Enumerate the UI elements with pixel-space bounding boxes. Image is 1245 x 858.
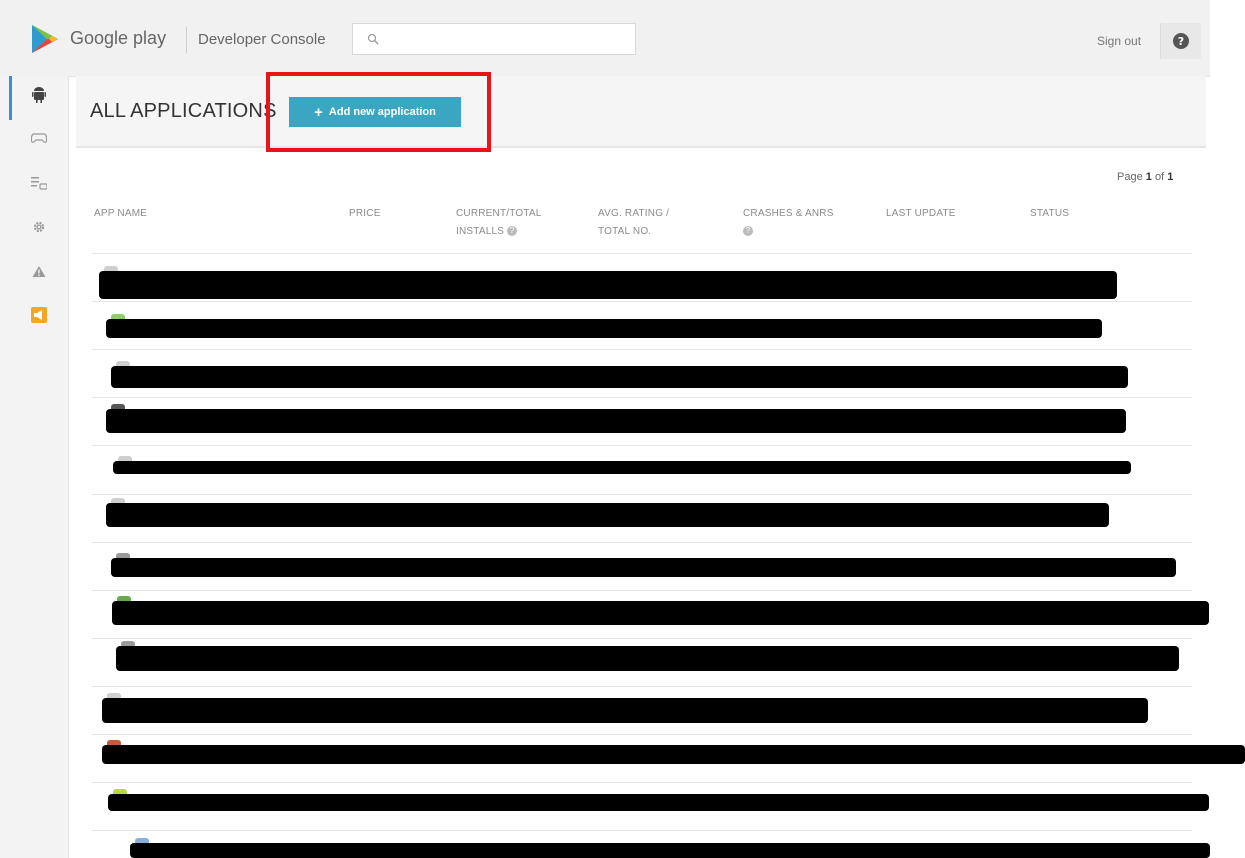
page-title: ALL APPLICATIONS <box>90 100 277 122</box>
column-header-label: CRASHES & ANRS <box>743 208 834 219</box>
redacted-table-row[interactable] <box>130 843 1210 858</box>
table-row-divider <box>92 734 1192 735</box>
sidebar-item-settings[interactable] <box>30 218 48 236</box>
help-button[interactable]: ? <box>1160 23 1201 59</box>
redacted-table-row[interactable] <box>116 646 1179 671</box>
redacted-table-row[interactable] <box>113 461 1131 474</box>
brand-divider <box>186 27 187 53</box>
help-icon[interactable]: ? <box>743 226 753 237</box>
column-header-label: TOTAL NO. <box>598 226 652 237</box>
column-header-rating[interactable]: AVG. RATING / TOTAL NO. <box>598 205 669 241</box>
page-label: Page <box>1117 171 1143 183</box>
sidebar-item-games[interactable] <box>30 129 48 147</box>
column-header-label: APP NAME <box>94 208 148 219</box>
redacted-table-row[interactable] <box>106 319 1102 338</box>
column-header-label: AVG. RATING / <box>598 208 670 219</box>
page-current: 1 <box>1145 171 1152 183</box>
annotation-highlight-box <box>266 72 491 152</box>
sidebar-item-announcements[interactable] <box>30 306 48 324</box>
list-icon <box>31 177 47 190</box>
table-row-divider <box>92 590 1192 591</box>
page-total: 1 <box>1167 171 1174 183</box>
page-of: of <box>1154 171 1165 183</box>
column-header-installs[interactable]: CURRENT/TOTAL INSTALLS ? <box>456 205 542 241</box>
sidebar-item-applications[interactable] <box>30 86 48 104</box>
column-header-label: CURRENT/TOTAL <box>456 208 542 219</box>
table-row-divider <box>92 638 1192 639</box>
redacted-table-row[interactable] <box>108 794 1209 811</box>
table-row-divider <box>92 445 1192 446</box>
redacted-table-row[interactable] <box>99 271 1117 299</box>
console-title: Developer Console <box>198 31 326 48</box>
search-icon <box>367 33 379 45</box>
brand-name: Google play <box>70 28 167 48</box>
sign-out-link[interactable]: Sign out <box>1097 34 1141 48</box>
warning-icon <box>32 265 46 277</box>
sidebar-item-reports[interactable] <box>30 174 48 192</box>
table-row-divider <box>92 349 1192 350</box>
redacted-table-row[interactable] <box>106 409 1126 433</box>
sidebar-active-indicator <box>9 76 12 120</box>
column-header-label: PRICE <box>349 208 381 219</box>
redacted-table-row[interactable] <box>111 558 1176 577</box>
column-header-last-update[interactable]: LAST UPDATE <box>886 205 956 223</box>
table-row-divider <box>92 397 1192 398</box>
search-input[interactable] <box>352 23 636 55</box>
column-header-label: INSTALLS <box>456 226 505 237</box>
gamepad-icon <box>31 133 47 143</box>
table-row-divider <box>92 686 1192 687</box>
redacted-table-row[interactable] <box>102 698 1148 723</box>
help-icon: ? <box>1173 33 1189 49</box>
column-header-status[interactable]: STATUS <box>1030 205 1069 223</box>
table-row-divider <box>92 542 1192 543</box>
table-row-divider <box>92 782 1192 783</box>
announcement-icon <box>31 307 47 323</box>
gear-icon <box>33 221 45 233</box>
column-header-label: LAST UPDATE <box>886 208 956 219</box>
table-row-divider <box>92 301 1192 302</box>
column-header-price[interactable]: PRICE <box>349 205 381 223</box>
redacted-table-row[interactable] <box>111 366 1128 388</box>
help-icon[interactable]: ? <box>507 226 518 237</box>
table-row-divider <box>92 494 1192 495</box>
pagination-info: Page 1 of 1 <box>1117 171 1173 183</box>
redacted-table-row[interactable] <box>106 503 1109 527</box>
table-row-divider <box>92 830 1192 831</box>
sidebar-item-alerts[interactable] <box>30 262 48 280</box>
column-header-crashes[interactable]: CRASHES & ANRS ? <box>743 205 834 241</box>
top-bar: Google play Developer Console Sign out ? <box>0 0 1210 77</box>
column-header-app-name[interactable]: APP NAME <box>94 205 147 223</box>
google-play-logo-icon[interactable] <box>30 23 60 55</box>
sidebar <box>0 76 69 858</box>
table-row-divider <box>92 253 1192 254</box>
redacted-table-row[interactable] <box>112 601 1209 625</box>
redacted-table-row[interactable] <box>102 745 1245 764</box>
android-icon <box>32 87 46 103</box>
column-header-label: STATUS <box>1030 208 1070 219</box>
